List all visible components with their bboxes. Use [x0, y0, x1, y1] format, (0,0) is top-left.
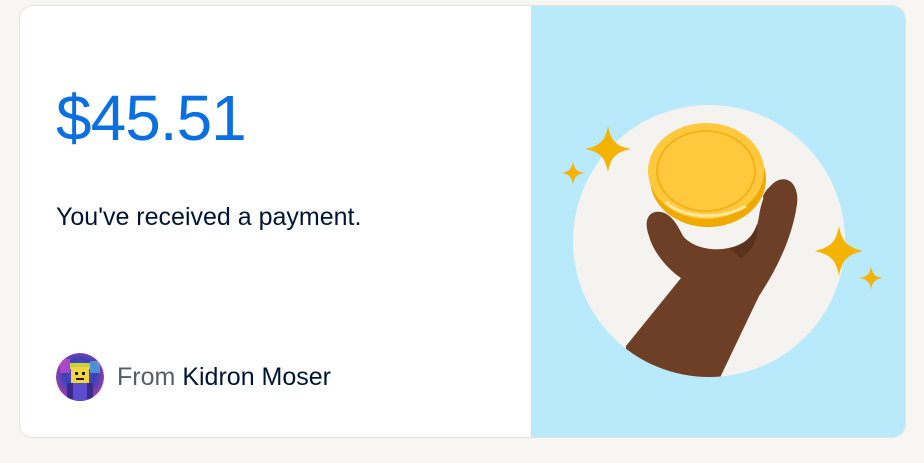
coin-icon — [648, 123, 766, 227]
payment-amount: $45.51 — [56, 82, 247, 154]
illustration-panel — [531, 6, 905, 437]
sender-name: Kidron Moser — [182, 362, 331, 391]
avatar — [56, 353, 104, 401]
payment-details: $45.51 You've received a payment. From K… — [20, 6, 531, 437]
from-label: From — [117, 362, 176, 391]
avatar-image — [56, 353, 104, 401]
sender-row: From Kidron Moser — [56, 352, 331, 402]
payment-card: $45.51 You've received a payment. From K… — [19, 5, 906, 438]
payment-message: You've received a payment. — [56, 203, 362, 231]
hand-holding-coin-illustration — [561, 105, 883, 377]
